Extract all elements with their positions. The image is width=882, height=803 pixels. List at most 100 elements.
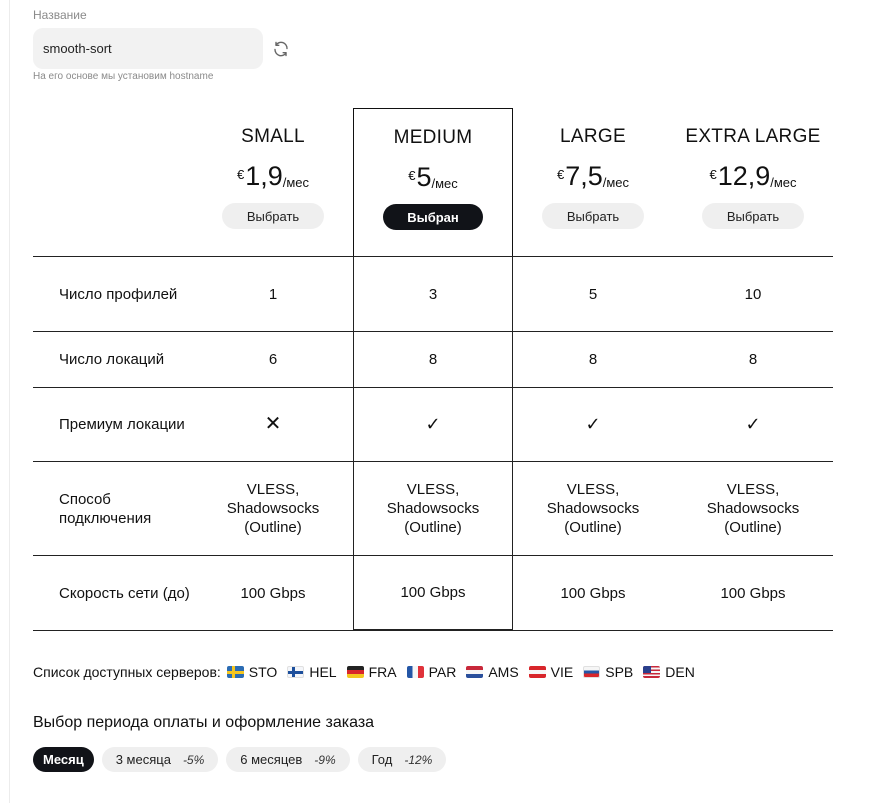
table-row-connection-method: Способ подключения VLESS, Shadowsocks (O… (33, 461, 833, 555)
plan-period: /мес (431, 176, 458, 191)
feature-label: Скорость сети (до) (59, 584, 190, 602)
sweden-flag-icon (226, 666, 244, 678)
germany-flag-icon (346, 666, 364, 678)
plan-name: SMALL (241, 126, 305, 147)
plan-amount: 12,9 (717, 161, 771, 191)
plan-currency: € (709, 167, 717, 182)
selected-plan-button-medium[interactable]: Выбран (383, 204, 483, 230)
plan-column-medium: MEDIUM € 5 /мес Выбран (353, 108, 513, 256)
check-icon: ✓ (353, 388, 513, 461)
period-option-month[interactable]: Месяц (33, 747, 94, 772)
server-code: FRA (368, 664, 397, 680)
select-plan-button-large[interactable]: Выбрать (542, 203, 644, 229)
period-option-year[interactable]: Год -12% (357, 747, 447, 772)
feature-value: VLESS, Shadowsocks (Outline) (226, 481, 320, 536)
feature-label: Число профилей (59, 285, 178, 303)
table-row-premium-locations: Премиум локации ✕ ✓ ✓ ✓ (33, 387, 833, 461)
check-icon: ✓ (745, 414, 761, 434)
feature-value: 1 (268, 285, 278, 303)
server-item: SPB (583, 664, 633, 680)
plan-price: € 7,5 /мес (513, 160, 673, 192)
feature-value: 100 Gbps (720, 584, 786, 602)
table-row-network-speed: Скорость сети (до) 100 Gbps 100 Gbps 100… (33, 555, 833, 631)
period-discount: -12% (404, 752, 433, 767)
server-item: PAR (406, 664, 457, 680)
feature-value: 3 (353, 257, 513, 331)
plan-name: LARGE (560, 126, 626, 147)
feature-label: Число локаций (59, 351, 165, 368)
plan-currency: € (236, 167, 245, 182)
plan-price: € 5 /мес (354, 161, 512, 193)
name-input[interactable] (33, 28, 263, 69)
feature-label: Способ подключения (59, 490, 152, 527)
check-icon: ✓ (585, 414, 601, 434)
feature-value: 100 Gbps (560, 584, 626, 602)
russia-flag-icon (583, 666, 601, 678)
feature-value: 8 (588, 351, 598, 368)
period-label: 6 месяцев (240, 752, 303, 767)
server-code: PAR (428, 664, 457, 680)
usa-flag-icon (643, 666, 661, 678)
select-plan-button-extra-large[interactable]: Выбрать (702, 203, 804, 229)
server-item: STO (226, 664, 278, 680)
server-item: DEN (643, 664, 695, 680)
period-label: Год (371, 752, 393, 767)
plan-amount: 7,5 (565, 161, 603, 191)
billing-period-title: Выбор периода оплаты и оформление заказа (33, 714, 375, 731)
feature-value: VLESS, Shadowsocks (Outline) (546, 481, 640, 536)
feature-value: 8 (748, 351, 758, 368)
plan-name: EXTRA LARGE (685, 126, 821, 147)
plans-header: SMALL € 1,9 /мес Выбрать MEDIUM € 5 /мес… (0, 108, 882, 256)
plan-comparison-table: Число профилей 1 3 5 10 Число локаций 6 … (33, 256, 833, 631)
server-item: VIE (528, 664, 574, 680)
plan-column-large: LARGE € 7,5 /мес Выбрать (513, 108, 673, 256)
server-code: HEL (309, 664, 337, 680)
period-option-3-months[interactable]: 3 месяца -5% (101, 747, 219, 772)
feature-value: 100 Gbps (240, 584, 306, 602)
period-option-6-months[interactable]: 6 месяцев -9% (226, 747, 350, 772)
refresh-name-icon[interactable] (270, 38, 292, 60)
billing-period-selector: Месяц 3 месяца -5% 6 месяцев -9% Год -12… (33, 747, 447, 772)
server-code: STO (248, 664, 278, 680)
plan-period: /мес (770, 175, 797, 190)
plan-period: /мес (602, 175, 630, 190)
feature-value: VLESS, Shadowsocks (Outline) (353, 462, 513, 555)
name-field-label: Название (33, 8, 87, 22)
plan-column-extra-large: EXTRA LARGE € 12,9 /мес Выбрать (673, 108, 833, 256)
feature-value: 8 (353, 332, 513, 387)
server-code: AMS (488, 664, 519, 680)
feature-value: VLESS, Shadowsocks (Outline) (706, 481, 800, 536)
server-code: DEN (665, 664, 695, 680)
feature-label: Премиум локации (59, 416, 185, 433)
feature-value: 100 Gbps (353, 556, 513, 630)
server-code: SPB (605, 664, 634, 680)
plan-currency: € (556, 167, 565, 182)
select-plan-button-small[interactable]: Выбрать (222, 203, 324, 229)
plan-period: /мес (282, 175, 310, 190)
plan-amount: 5 (416, 162, 432, 192)
period-discount: -5% (182, 752, 205, 767)
plan-amount: 1,9 (245, 161, 283, 191)
name-field-hint: На его основе мы установим hostname (33, 71, 214, 82)
period-label: Месяц (43, 752, 84, 767)
period-discount: -9% (314, 752, 336, 767)
plan-price: € 12,9 /мес (673, 160, 833, 192)
table-row-profiles: Число профилей 1 3 5 10 (33, 256, 833, 331)
plan-name: MEDIUM (393, 127, 473, 148)
period-label: 3 месяца (115, 752, 171, 767)
server-code: VIE (550, 664, 574, 680)
feature-value: 6 (268, 351, 278, 368)
server-item: HEL (287, 664, 337, 680)
server-item: FRA (346, 664, 397, 680)
table-row-locations: Число локаций 6 8 8 8 (33, 331, 833, 387)
server-list-label: Список доступных серверов: (33, 664, 221, 680)
feature-value: 5 (588, 285, 598, 303)
plan-column-small: SMALL € 1,9 /мес Выбрать (193, 108, 353, 256)
feature-value: 10 (744, 285, 762, 303)
netherlands-flag-icon (466, 666, 484, 678)
austria-flag-icon (528, 666, 546, 678)
finland-flag-icon (287, 666, 305, 678)
plan-currency: € (408, 168, 416, 183)
server-list: Список доступных серверов: STO HEL FRA P… (33, 664, 695, 680)
cross-icon: ✕ (264, 413, 282, 435)
